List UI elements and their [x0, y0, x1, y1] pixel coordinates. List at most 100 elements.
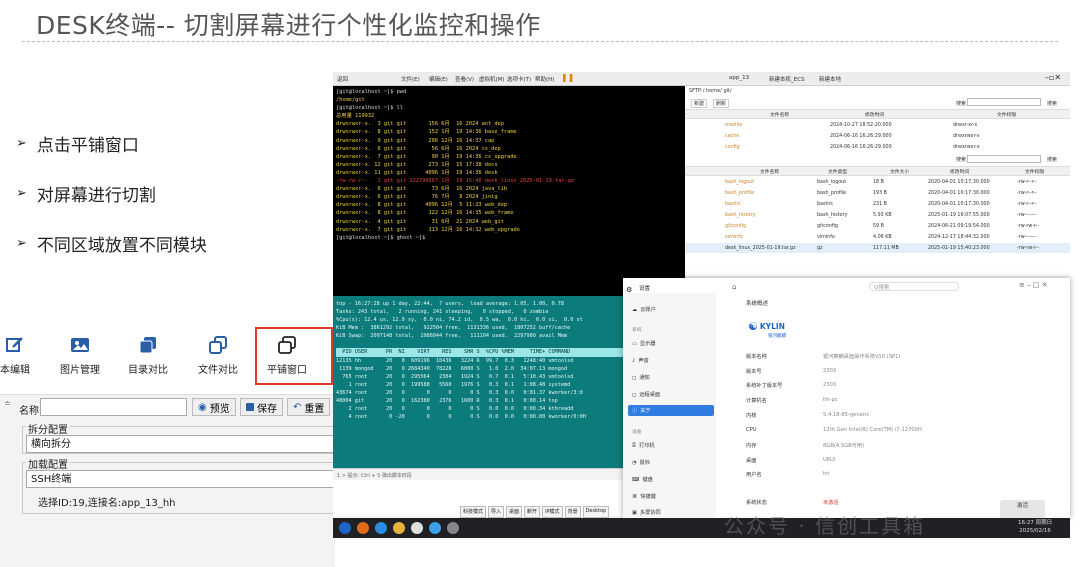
menu-help[interactable]: 帮助(H) [535, 75, 554, 83]
sidebar-item-mouse[interactable]: ◔ 鼠标 [628, 457, 714, 468]
field-value: 8GB(4.5GB可用) [823, 443, 865, 449]
sidebar-item-cloud[interactable]: ☁ 云账户 [628, 304, 714, 315]
sidebar-group-system: 系统 [632, 328, 642, 333]
background-button[interactable]: 背景 [564, 506, 581, 518]
menu-vm[interactable]: 虚拟机(M) [479, 75, 505, 83]
mode-button[interactable]: 科技模式 [460, 506, 487, 518]
app-icon-6[interactable] [447, 522, 459, 534]
taskbar [333, 518, 1070, 538]
table-row[interactable]: bash_profile bash_profile 193 B 2020-04-… [685, 188, 1070, 198]
search-input[interactable] [967, 98, 1041, 106]
terminal-line: drwxrwxr-x. 6 git git 56 6月 16 2024 cs_d… [336, 145, 501, 152]
sidebar-item-display[interactable]: ▭ 显示器 [628, 338, 714, 349]
name-input[interactable] [40, 398, 187, 416]
field-label: 计算机名 [746, 398, 767, 404]
settings-search[interactable]: Q搜索 [869, 282, 959, 291]
sidebar-item-multiscreen[interactable]: ▣ 多屏协同 [628, 507, 714, 518]
window-controls-icon[interactable]: ≡ – □ ✕ [1019, 281, 1048, 289]
terminal-line: /home/git [336, 97, 365, 104]
reset-button[interactable]: ↶ 重置 [287, 398, 331, 416]
folder-compare-button[interactable]: 目录对比 [128, 336, 168, 376]
kylin-subtitle: 银河麒麟 [768, 334, 786, 339]
settings-app-icon: ⚙ [626, 286, 633, 294]
table-row[interactable]: config 2024-06-16 16:26:29.000 drwxrwxr-… [685, 142, 1070, 152]
desktop-select[interactable]: Desktop [582, 506, 610, 518]
lower-search-button[interactable]: 搜索 [1047, 156, 1057, 163]
bullet-1: ➢ 点击平铺窗口 [16, 131, 139, 156]
split-config-label: 拆分配置 [26, 421, 70, 436]
new-button[interactable]: 新建 [691, 99, 708, 108]
sidebar-item-remote[interactable]: ◻ 远程桌面 [628, 389, 714, 400]
split-mode-select[interactable]: 横向拆分 [26, 435, 334, 453]
lower-search-label: 搜索 [956, 157, 967, 163]
import-button[interactable]: 导入 [488, 506, 505, 518]
table-row[interactable]: bashrc bashrc 231 B 2020-04-01 10:17:30.… [685, 199, 1070, 209]
app-icon-3[interactable] [393, 522, 405, 534]
field-label: 桌面 [746, 458, 757, 464]
terminal-line: -rw-rw-r-- 1 git git 122799667 1月 19 15:… [336, 178, 575, 185]
app-icon-4[interactable] [411, 522, 423, 534]
ip-mode-button[interactable]: IP模式 [542, 506, 563, 518]
table-row[interactable]: gitconfig gitconfig 59 B 2024-06-21 09:1… [685, 221, 1070, 231]
terminal-line: drwxrwxr-x. 11 git git 4096 1月 19 14:36 … [336, 169, 498, 176]
app-icon-1[interactable] [357, 522, 369, 534]
home-icon[interactable]: ⌂ [732, 283, 736, 291]
table-row[interactable]: bash_logout bash_logout 18 B 2020-04-01 … [685, 177, 1070, 187]
table-row[interactable]: cache 2024-06-16 16:26:29.000 drwxrwxr-x [685, 131, 1070, 141]
load-module-select[interactable]: SSH终端 [26, 470, 334, 488]
window-controls-icon[interactable]: –▫✕ [1045, 73, 1061, 82]
sidebar-item-notify[interactable]: ◻ 通知 [628, 372, 714, 383]
mouse-icon: ◔ [632, 459, 637, 466]
pause-icon[interactable]: ❚❚ [561, 73, 574, 82]
bullet-arrow-icon: ➢ [16, 236, 27, 251]
field-value[interactable]: hh-pc [823, 397, 838, 403]
menu-view[interactable]: 查看(V) [455, 75, 474, 83]
table-row[interactable]: desk_linux_2025-01-19.tar.gz gz 117.11 M… [685, 243, 1070, 253]
menu-tabs[interactable]: 选项卡(T) [507, 75, 531, 83]
tab-ecs[interactable]: 新建本机_ECS [769, 75, 805, 83]
terminal-line: drwxrwxr-x. 12 git git 273 1月 15 17:38 d… [336, 161, 498, 168]
app-icon-2[interactable] [375, 522, 387, 534]
tab-app13[interactable]: app_13 [729, 75, 749, 81]
remote-icon: ◻ [632, 391, 637, 398]
menu-edit[interactable]: 编辑(E) [429, 75, 448, 83]
start-menu-icon[interactable] [339, 522, 351, 534]
table-row[interactable]: viminfo viminfo 4.06 KB 2024-12-17 18:44… [685, 232, 1070, 242]
name-label: 名称 [19, 406, 39, 417]
ssh-terminal[interactable]: [git@localhost ~]$ pwd /home/git [git@lo… [333, 86, 685, 296]
back-button[interactable]: 返回 [337, 75, 348, 83]
slide-title: DESK终端-- 切割屏幕进行个性化监控和操作 [36, 11, 541, 40]
save-button[interactable]: 保存 [240, 398, 283, 416]
lower-search-input[interactable] [967, 155, 1041, 163]
watermark: 公众号 · 信创工具箱 [724, 514, 926, 538]
preview-button[interactable]: ◉ 预览 [192, 398, 236, 416]
terminal-line: drwxrwxr-x. 7 git git 90 1月 19 14:36 cs_… [336, 153, 517, 160]
menu-file[interactable]: 文件(E) [401, 75, 420, 83]
session-toolbar: 科技模式 导入 桌面 断开 IP模式 背景 Desktop [460, 506, 625, 518]
terminal-line: drwxrwxr-x. 6 git git 76 7月 8 2024 jinig [336, 194, 498, 201]
connection-value[interactable]: ID:19,连接名:app_13_hh [58, 494, 176, 509]
text-edit-button[interactable]: 本编辑 [0, 336, 30, 376]
image-manage-button[interactable]: 图片管理 [60, 336, 100, 376]
table-row[interactable]: mozilla 2024-10-27 18:52:20.000 drwxr-xr… [685, 120, 1070, 130]
field-label: 版本名称 [746, 354, 767, 360]
table-row[interactable]: bash_history bash_history 5.93 KB 2025-0… [685, 210, 1070, 220]
file-compare-button[interactable]: 文件对比 [198, 336, 238, 376]
keyboard-icon: ⌨ [632, 476, 640, 483]
disconnect-button[interactable]: 断开 [524, 506, 541, 518]
sidebar-item-printer[interactable]: ⎙ 打印机 [628, 440, 714, 451]
search-button[interactable]: 搜索 [1047, 100, 1057, 107]
tab-local[interactable]: 新建本地 [819, 75, 841, 83]
multiscreen-icon: ▣ [632, 509, 637, 516]
save-icon [246, 403, 254, 411]
edit-icon [6, 337, 23, 352]
refresh-button[interactable]: 刷新 [713, 99, 730, 108]
sidebar-item-keyboard[interactable]: ⌨ 键盘 [628, 474, 714, 485]
field-label: 版本号 [746, 369, 762, 375]
sidebar-item-about[interactable]: ⓘ 关于 [628, 405, 714, 416]
sidebar-item-sound[interactable]: ♪ 声音 [628, 355, 714, 366]
app-icon-5[interactable] [429, 522, 441, 534]
desktop-button[interactable]: 桌面 [506, 506, 523, 518]
sidebar-item-shortcut[interactable]: ⌘ 快捷键 [628, 491, 714, 502]
taskbar-clock[interactable]: 16:27 周期日 2025/02/16 [1018, 519, 1052, 535]
